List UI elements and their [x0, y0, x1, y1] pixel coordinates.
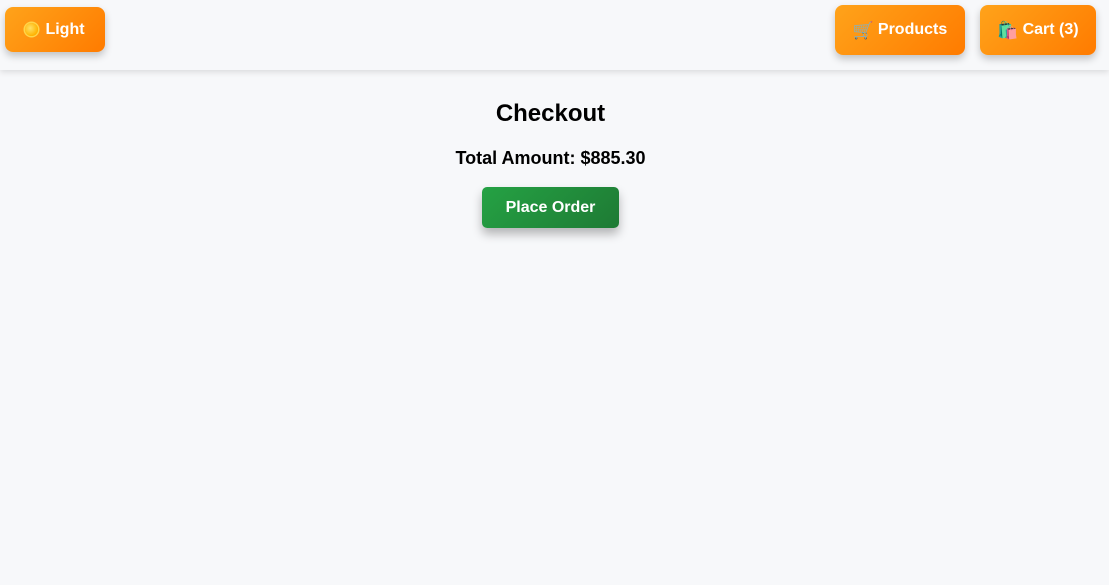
- shopping-bags-icon: 🛍️: [997, 20, 1019, 40]
- top-navbar: Light 🛒 Products 🛍️ Cart (3): [0, 0, 1109, 70]
- cart-button[interactable]: 🛍️ Cart (3): [980, 5, 1096, 55]
- cart-label: Cart (3): [1022, 21, 1079, 38]
- products-button[interactable]: 🛒 Products: [835, 5, 965, 55]
- page-title: Checkout: [495, 100, 606, 127]
- shopping-cart-icon: 🛒: [852, 20, 874, 40]
- sun-icon: [25, 23, 39, 36]
- place-order-button[interactable]: Place Order: [482, 187, 619, 228]
- products-label: Products: [877, 21, 948, 38]
- total-amount: Total Amount: $885.30: [455, 148, 646, 168]
- theme-toggle-label: Light: [45, 20, 85, 38]
- theme-toggle-button[interactable]: Light: [5, 7, 105, 52]
